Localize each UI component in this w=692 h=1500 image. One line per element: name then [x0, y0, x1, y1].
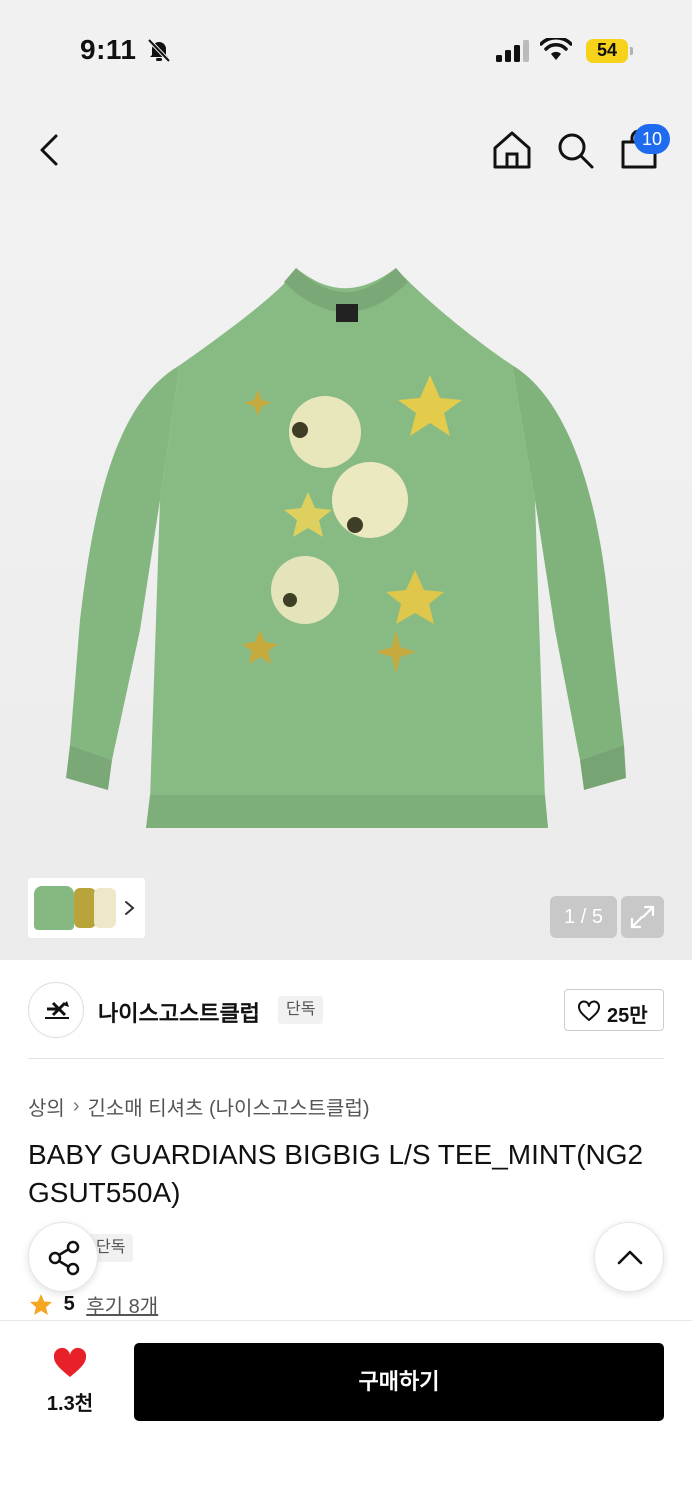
- battery-indicator: 54: [586, 39, 634, 63]
- chevron-right-icon[interactable]: [122, 894, 138, 922]
- top-navigation: [0, 100, 692, 200]
- brand-like-count: 25만: [607, 1005, 648, 1027]
- wishlist-count: 1.3천: [46, 1393, 94, 1415]
- share-button[interactable]: [28, 1222, 98, 1292]
- bell-off-icon: [147, 38, 171, 63]
- cart-count-badge: 10: [634, 124, 670, 154]
- chevron-right-icon: ›: [72, 1095, 80, 1117]
- divider: [28, 1058, 664, 1059]
- product-title: BABY GUARDIANS BIGBIG L/S TEE_MINT(NG2GS…: [28, 1139, 644, 1208]
- status-bar: 9:11 54: [0, 0, 692, 100]
- brand-name[interactable]: 나이스고스트클럽: [98, 996, 260, 1028]
- brand-row: 나이스고스트클럽 단독 25만: [28, 982, 664, 1040]
- brand-logo[interactable]: [28, 982, 84, 1038]
- rating-row: 5 후기 8개: [28, 1290, 158, 1322]
- signal-icon: [496, 40, 529, 62]
- thumbnail-olive[interactable]: [74, 888, 96, 928]
- product-image-gallery[interactable]: 1 / 5: [0, 200, 692, 960]
- wifi-icon: [540, 38, 572, 60]
- heart-outline-icon: [578, 1000, 600, 1021]
- thumbnail-cream[interactable]: [94, 888, 116, 928]
- product-image: [66, 268, 626, 828]
- review-link[interactable]: 후기 8개: [86, 1296, 158, 1318]
- bottom-action-bar: 1.3천 구매하기: [0, 1320, 692, 1500]
- heart-filled-icon: [53, 1347, 87, 1377]
- home-icon[interactable]: [490, 128, 534, 172]
- exclusive-tag: 단독: [278, 996, 324, 1024]
- buy-button[interactable]: 구매하기: [134, 1343, 664, 1421]
- star-icon: [30, 1293, 52, 1315]
- search-icon[interactable]: [553, 128, 597, 172]
- scroll-top-button[interactable]: [594, 1222, 664, 1292]
- breadcrumb-category[interactable]: 상의: [28, 1098, 65, 1120]
- breadcrumb: 상의 › 긴소매 티셔츠 (나이스고스트클럽): [28, 1092, 370, 1121]
- share-icon: [48, 1240, 80, 1276]
- breadcrumb-subcategory[interactable]: 긴소매 티셔츠 (나이스고스트클럽): [87, 1098, 369, 1120]
- chevron-up-icon: [617, 1250, 643, 1265]
- back-icon[interactable]: [28, 128, 72, 172]
- rating-score: 5: [63, 1293, 75, 1315]
- expand-icon[interactable]: [621, 896, 664, 938]
- thumbnail-strip[interactable]: [28, 878, 145, 938]
- thumbnail-mint[interactable]: [34, 886, 74, 930]
- image-page-counter: 1 / 5: [550, 896, 617, 938]
- brand-like-button[interactable]: 25만: [564, 989, 664, 1031]
- status-time: 9:11: [80, 34, 137, 65]
- battery-level: 54: [596, 40, 618, 60]
- wishlist-button[interactable]: 1.3천: [28, 1343, 112, 1423]
